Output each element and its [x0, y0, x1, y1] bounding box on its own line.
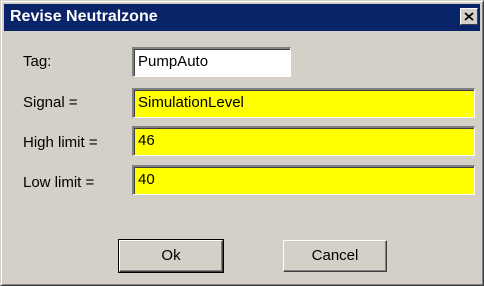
tag-label: Tag: [23, 53, 52, 70]
title-bar[interactable]: Revise Neutralzone [4, 4, 480, 31]
low-limit-field[interactable]: 40 [132, 165, 475, 195]
high-limit-label: High limit = [23, 134, 98, 151]
low-limit-label: Low limit = [23, 174, 95, 191]
signal-label: Signal = [23, 94, 78, 111]
close-icon [464, 12, 474, 21]
dialog-window: Revise Neutralzone Tag: PumpAuto Signal … [0, 0, 484, 286]
signal-field[interactable]: SimulationLevel [132, 88, 475, 118]
tag-field[interactable]: PumpAuto [132, 47, 291, 77]
high-limit-field[interactable]: 46 [132, 126, 475, 156]
ok-button[interactable]: Ok [118, 239, 224, 273]
close-button[interactable] [460, 8, 478, 25]
dialog-title: Revise Neutralzone [10, 8, 158, 25]
cancel-button[interactable]: Cancel [283, 240, 387, 272]
